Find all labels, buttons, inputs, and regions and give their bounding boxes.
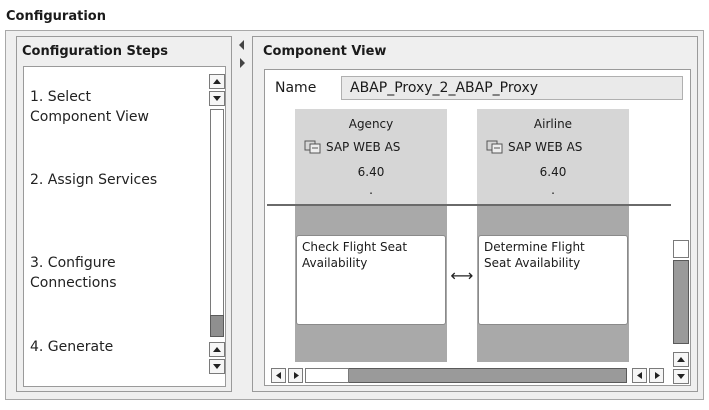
scroll-track[interactable] — [305, 368, 627, 383]
arrow-down-icon — [213, 96, 221, 101]
component-agency[interactable]: Agency SAP WEB AS 6.40 . — [295, 109, 447, 204]
component-extra: . — [551, 183, 555, 197]
arrow-up-icon — [677, 357, 685, 362]
component-view-panel: Component View Name ABAP_Proxy_2_ABAP_Pr… — [252, 36, 698, 392]
component-view-title: Component View — [263, 44, 387, 59]
name-field[interactable]: ABAP_Proxy_2_ABAP_Proxy — [341, 76, 683, 100]
step-assign-services[interactable]: 2. Assign Services — [30, 170, 200, 190]
configuration-steps-panel: Configuration Steps 1. Select Component … — [16, 36, 232, 392]
arrow-down-icon — [677, 374, 685, 379]
step-generate[interactable]: 4. Generate — [30, 337, 200, 357]
scroll-left-button[interactable] — [271, 368, 286, 383]
arrow-up-icon — [213, 79, 221, 84]
arrow-right-icon — [655, 372, 660, 379]
step-label: 4. Generate — [30, 339, 114, 355]
canvas-vertical-scrollbar[interactable] — [672, 240, 690, 367]
scroll-thumb[interactable] — [210, 315, 224, 337]
scroll-up-button[interactable] — [673, 352, 689, 367]
name-label: Name — [275, 80, 317, 96]
expand-right-icon[interactable] — [238, 54, 246, 68]
steps-list: 1. Select Component View 2. Assign Servi… — [23, 66, 226, 387]
steps-panel-title: Configuration Steps — [22, 44, 168, 59]
connection-arrow[interactable]: ⟷ — [449, 266, 475, 285]
scroll-up-button[interactable] — [209, 342, 225, 357]
canvas-horizontal-scrollbar[interactable] — [271, 366, 669, 384]
arrow-left-icon — [276, 372, 281, 379]
scroll-right-button[interactable] — [649, 368, 664, 383]
scroll-down-button[interactable] — [209, 359, 225, 374]
window-title: Configuration — [6, 9, 106, 24]
scroll-track[interactable] — [210, 109, 224, 337]
component-system: SAP WEB AS — [326, 140, 401, 154]
sap-system-icon — [304, 140, 321, 154]
scroll-down-button[interactable] — [673, 369, 689, 384]
step-label: 3. Configure — [30, 255, 116, 271]
scroll-thumb[interactable] — [673, 260, 689, 344]
scroll-down-button[interactable] — [209, 91, 225, 106]
scroll-thumb[interactable] — [305, 368, 349, 383]
service-label: Seat Availability — [484, 256, 581, 270]
component-version: 6.40 — [357, 165, 385, 179]
scroll-right-button[interactable] — [288, 368, 303, 383]
arrow-down-icon — [213, 364, 221, 369]
component-version: 6.40 — [539, 165, 567, 179]
steps-scrollbar[interactable] — [208, 67, 226, 386]
scroll-left-button[interactable] — [632, 368, 647, 383]
component-system: SAP WEB AS — [508, 140, 583, 154]
service-label: Availability — [302, 256, 368, 270]
arrow-right-icon — [294, 372, 299, 379]
scroll-track[interactable] — [673, 240, 689, 258]
scroll-up-button[interactable] — [209, 74, 225, 89]
collapse-left-icon[interactable] — [238, 36, 246, 50]
service-check-flight-seat-availability[interactable]: Check Flight Seat Availability — [296, 235, 446, 325]
component-name: Airline — [533, 117, 573, 131]
service-determine-flight-seat-availability[interactable]: Determine Flight Seat Availability — [478, 235, 628, 325]
arrow-up-icon — [213, 347, 221, 352]
step-configure-connections[interactable]: 3. Configure Connections — [30, 253, 200, 293]
component-name: Agency — [348, 117, 394, 131]
step-label: 1. Select — [30, 89, 91, 105]
arrow-left-icon — [637, 372, 642, 379]
component-view-canvas: Name ABAP_Proxy_2_ABAP_Proxy Agency SAP … — [264, 69, 691, 386]
step-label: 2. Assign Services — [30, 172, 158, 188]
name-value: ABAP_Proxy_2_ABAP_Proxy — [350, 80, 539, 96]
step-label: Component View — [30, 109, 149, 125]
component-airline[interactable]: Airline SAP WEB AS 6.40 . — [477, 109, 629, 204]
sap-system-icon — [486, 140, 503, 154]
step-label: Connections — [30, 275, 117, 291]
service-label: Check Flight Seat — [302, 240, 408, 254]
step-select-component-view[interactable]: 1. Select Component View — [30, 87, 200, 127]
service-label: Determine Flight — [484, 240, 585, 254]
component-extra: . — [369, 183, 373, 197]
